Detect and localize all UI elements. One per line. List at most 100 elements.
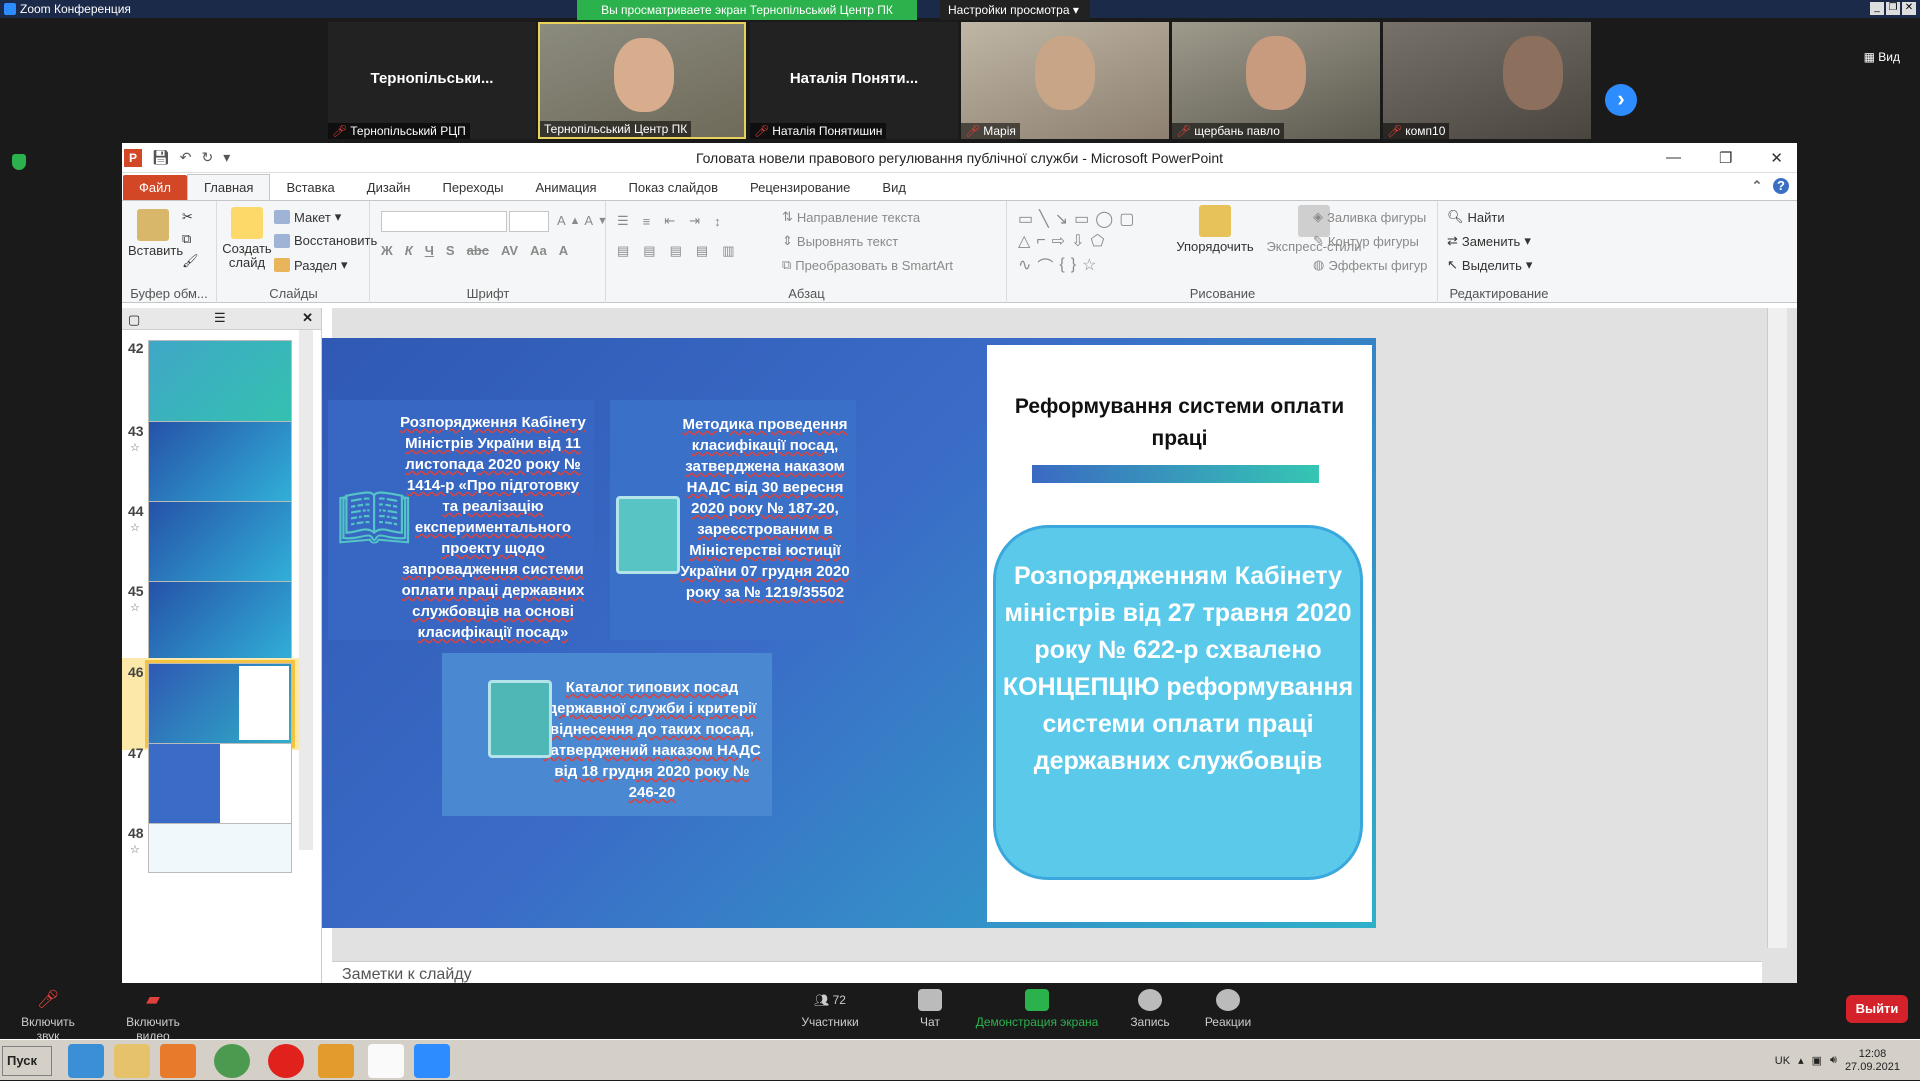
brace-left-shape-icon[interactable]: { (1059, 256, 1064, 274)
outline-tab-icon[interactable]: ☰ (214, 310, 226, 326)
find-button[interactable]: 🔍︎ Найти (1447, 209, 1505, 225)
shadow-icon[interactable]: S (446, 243, 455, 258)
tab-file[interactable]: Файл (123, 175, 187, 200)
view-settings-dropdown[interactable]: Настройки просмотра ▾ (940, 0, 1090, 20)
select-button[interactable]: ↖ Выделить ▾ (1447, 257, 1532, 273)
view-button[interactable]: ▦ Вид (1864, 50, 1900, 64)
redo-icon[interactable]: ↻ (202, 149, 214, 166)
replace-button[interactable]: ⇄ Заменить ▾ (1447, 233, 1531, 249)
close-icon[interactable]: ✕ (1902, 2, 1916, 15)
shape-effects-button[interactable]: ◍ Эффекты фигур (1313, 257, 1427, 273)
justify-icon[interactable]: ▤ (696, 243, 708, 259)
paste-button[interactable]: Вставить (128, 209, 183, 258)
new-slide-button[interactable]: Создать слайд (222, 207, 272, 270)
align-center-icon[interactable]: ▤ (643, 243, 655, 259)
slide-thumbnail[interactable] (148, 743, 292, 825)
start-button[interactable]: Пуск (2, 1046, 52, 1076)
curve-shape-icon[interactable]: ∿ (1018, 255, 1031, 275)
copy-icon[interactable]: ⧉ (182, 231, 191, 247)
numbering-icon[interactable]: ≡ (643, 214, 651, 229)
participant-tile[interactable]: Тернопільськи... 🎤︎ Тернопільський РЦП (328, 22, 536, 139)
rectangle-shape-icon[interactable]: ▭ (1074, 209, 1089, 229)
underline-icon[interactable]: Ч (425, 243, 434, 258)
network-icon[interactable]: ▣ (1812, 1054, 1822, 1067)
line-spacing-icon[interactable]: ↕ (714, 214, 721, 229)
smartart-button[interactable]: ⧉ Преобразовать в SmartArt (782, 257, 953, 273)
ribbon-collapse-icon[interactable]: ⌃ (1749, 178, 1765, 194)
unmute-button[interactable]: 🎤︎ Включить звук (8, 989, 88, 1043)
char-spacing-icon[interactable]: AV (501, 243, 518, 258)
record-button[interactable]: Запись (1120, 989, 1180, 1029)
close-pane-icon[interactable]: ✕ (302, 310, 313, 326)
encryption-shield-icon[interactable] (12, 154, 26, 170)
text-direction-button[interactable]: ⇅ Направление текста (782, 209, 920, 225)
right-arrow-shape-icon[interactable]: ⇨ (1052, 231, 1065, 251)
tab-animations[interactable]: Анимация (519, 175, 612, 200)
align-text-button[interactable]: ⇕ Выровнять текст (782, 233, 898, 249)
slide-thumbnail[interactable] (148, 581, 292, 663)
volume-icon[interactable]: 🔊︎ (1830, 1054, 1837, 1067)
tab-review[interactable]: Рецензирование (734, 175, 866, 200)
slide-vertical-scrollbar[interactable] (1767, 308, 1787, 948)
slide-thumbnail[interactable] (148, 421, 292, 503)
shape-fill-button[interactable]: ◈ Заливка фигуры (1313, 209, 1426, 225)
reset-button[interactable]: Восстановить (274, 233, 377, 248)
help-icon[interactable]: ? (1773, 178, 1789, 194)
opera-icon[interactable] (268, 1044, 304, 1078)
tab-slideshow[interactable]: Показ слайдов (613, 175, 735, 200)
pentagon-shape-icon[interactable]: ⬠ (1090, 231, 1104, 251)
notes-pane[interactable]: Заметки к слайду (332, 961, 1762, 983)
format-painter-icon[interactable]: 🖌︎ (182, 253, 199, 269)
explorer-icon[interactable] (114, 1044, 150, 1078)
arrange-button[interactable]: Упорядочить (1170, 205, 1260, 254)
slides-tab-icon[interactable]: ▢ (128, 312, 140, 328)
leave-button[interactable]: Выйти (1846, 995, 1908, 1023)
tab-view[interactable]: Вид (866, 175, 922, 200)
save-icon[interactable]: 💾︎ (152, 149, 170, 166)
cut-icon[interactable]: ✂ (182, 209, 193, 225)
shape-outline-button[interactable]: ✎ Контур фигуры (1313, 233, 1419, 249)
bullets-icon[interactable]: ☰ (617, 213, 629, 229)
participant-tile[interactable]: 🎤︎ комп10 (1383, 22, 1591, 139)
align-right-icon[interactable]: ▤ (670, 243, 682, 259)
chrome-icon[interactable] (214, 1044, 250, 1078)
share-screen-button[interactable]: Демонстрация экрана (972, 989, 1102, 1029)
indent-increase-icon[interactable]: ⇥ (689, 213, 700, 229)
triangle-shape-icon[interactable]: △ (1018, 231, 1030, 251)
customize-qat-icon[interactable]: ▾ (223, 149, 230, 166)
columns-icon[interactable]: ▥ (722, 243, 734, 259)
next-page-button[interactable]: › (1605, 84, 1637, 116)
restore-icon[interactable]: ❐ (1886, 2, 1900, 15)
font-family-select[interactable] (381, 211, 507, 232)
font-color-icon[interactable]: A (559, 243, 568, 258)
slide-thumbnail[interactable] (148, 823, 292, 873)
undo-icon[interactable]: ↶ (180, 149, 192, 166)
shapes-gallery[interactable]: ▭ ╲ ↘ ▭ ◯ ▢ (1018, 209, 1134, 229)
app-icon[interactable] (318, 1044, 354, 1078)
section-button[interactable]: Раздел ▾ (274, 257, 348, 273)
down-arrow-shape-icon[interactable]: ⇩ (1071, 231, 1084, 251)
italic-icon[interactable]: К (405, 243, 413, 258)
tab-home[interactable]: Главная (186, 174, 271, 200)
tab-transitions[interactable]: Переходы (426, 175, 519, 200)
notepad-icon[interactable] (368, 1044, 404, 1078)
participant-tile[interactable]: 🎤︎ Марія (961, 22, 1169, 139)
layout-button[interactable]: Макет ▾ (274, 209, 341, 225)
strikethrough-icon[interactable]: abc (467, 243, 489, 258)
slide-canvas[interactable]: Розпорядження Кабінету Міністрів України… (322, 338, 1376, 928)
start-video-button[interactable]: ▰ Включить видео (108, 989, 198, 1043)
slide-thumbnail[interactable] (148, 501, 292, 583)
arc-shape-icon[interactable]: ⌒ (1037, 253, 1053, 277)
language-indicator[interactable]: UK (1775, 1055, 1790, 1067)
slide-thumbnail-selected[interactable] (145, 660, 295, 748)
star-shape-icon[interactable]: ☆ (1082, 255, 1096, 275)
participants-button[interactable]: 👥︎ 72 Участники (785, 989, 875, 1029)
brace-right-shape-icon[interactable]: } (1071, 256, 1076, 274)
font-size-up-icon[interactable]: A ▲ A ▼ (557, 213, 608, 228)
arrow-shape-icon[interactable]: ↘ (1055, 209, 1068, 229)
thumbnail-scrollbar[interactable] (299, 330, 313, 850)
zoom-taskbar-icon[interactable] (414, 1044, 450, 1078)
participant-tile[interactable]: Наталія Поняти... 🎤︎ Наталія Понятишин (750, 22, 958, 139)
line-shape-icon[interactable]: ╲ (1039, 209, 1049, 229)
font-size-select[interactable] (509, 211, 549, 232)
